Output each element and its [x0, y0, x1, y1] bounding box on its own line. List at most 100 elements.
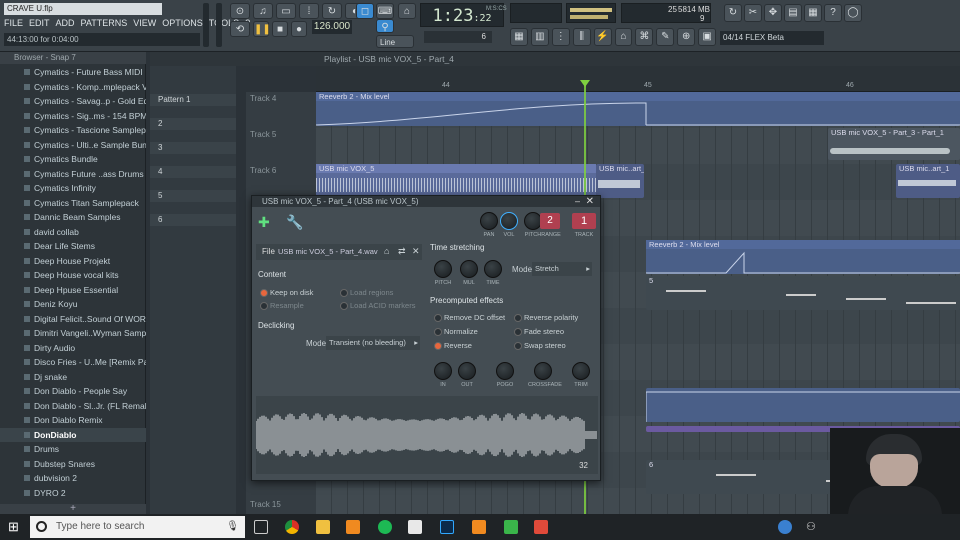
save-icon[interactable]: ▤ [784, 4, 802, 22]
tempo-display[interactable]: 126.000 [312, 20, 352, 34]
browser-folder-item[interactable]: Deniz Koyu [0, 297, 146, 312]
wrench-tab-icon[interactable]: 🔧 [286, 214, 303, 231]
browser-folder-item[interactable]: Disco Fries - U..Me [Remix Parts] [0, 355, 146, 370]
camtasia-icon[interactable] [504, 520, 518, 534]
browser-folder-item[interactable]: Cymatics Titan Samplepack [0, 196, 146, 211]
browser-folder-item[interactable]: dubvision 2 [0, 471, 146, 486]
typing-keyboard-icon[interactable]: ⌨ [376, 3, 394, 19]
audio-clip[interactable]: USB mic..art_1 [896, 164, 960, 198]
tuner-icon[interactable]: ⊕ [677, 28, 696, 46]
pattern-item[interactable]: 4 [150, 166, 236, 178]
menu-patterns[interactable]: PATTERNS [81, 16, 128, 30]
app-red-icon[interactable] [534, 520, 548, 534]
menu-view[interactable]: VIEW [133, 16, 156, 30]
browser-folder-item[interactable]: david collab [0, 225, 146, 240]
automation-clip[interactable] [645, 388, 960, 422]
pattern-item[interactable]: 2 [150, 118, 236, 130]
declicking-mode-select[interactable]: Transient (no bleeding) ▸ [326, 336, 420, 350]
reverse-option[interactable]: Reverse [434, 341, 472, 350]
mail-icon[interactable] [408, 520, 422, 534]
countdown-button[interactable]: ↻ [322, 3, 342, 19]
sample-waveform[interactable]: 32 [255, 396, 598, 474]
browser-folder-item[interactable]: Cymatics - Tascione Samplepack [0, 123, 146, 138]
help-tray-icon[interactable] [778, 520, 792, 534]
browser-folder-item[interactable]: Cymatics - Savag..p - Gold Edition [0, 94, 146, 109]
loop-record-button[interactable]: ⟲ [230, 21, 250, 37]
waveform-tab-icon[interactable]: ✚ [258, 214, 270, 231]
pan-knob[interactable] [480, 212, 498, 230]
trim-knob[interactable] [572, 362, 590, 380]
browser-folder-item[interactable]: Dear Life Stems [0, 239, 146, 254]
automation-clip[interactable]: Reeverb 2 - Mix level [646, 240, 960, 274]
keep-on-disk-option[interactable]: Keep on disk [260, 288, 313, 297]
swap-stereo-option[interactable]: Swap stereo [514, 341, 566, 350]
file-explorer-icon[interactable] [316, 520, 330, 534]
browser-folder-item[interactable]: Dannic Beam Samples [0, 210, 146, 225]
chat-icon[interactable]: ◯ [844, 4, 862, 22]
audio-clip[interactable]: USB mic VOX_5 [316, 164, 596, 198]
snap-select[interactable]: Line [376, 35, 414, 48]
chrome-icon[interactable] [285, 520, 299, 534]
track-label[interactable]: Track 6 [250, 166, 276, 175]
pattern-song-toggle[interactable]: ⊙ [230, 3, 250, 19]
plugin-icon[interactable]: ⌘ [635, 28, 654, 46]
mixer-track-display[interactable]: 1 [572, 213, 596, 229]
browser-folder-item[interactable]: Cymatics Bundle [0, 152, 146, 167]
stretch-time-knob[interactable] [484, 260, 502, 278]
fade-stereo-option[interactable]: Fade stereo [514, 327, 564, 336]
stop-button[interactable]: ■ [272, 21, 288, 37]
fl-studio-icon[interactable] [346, 520, 360, 534]
browser-folder-item[interactable]: Deep House vocal kits [0, 268, 146, 283]
browser-add-button[interactable]: + [0, 504, 146, 514]
master-pitch-slider[interactable] [216, 3, 222, 47]
browser-folder-item[interactable]: Dimitri Vangeli..Wyman Samples [0, 326, 146, 341]
pattern-item[interactable]: Pattern 1 [150, 94, 236, 106]
taskbar-search-input[interactable]: Type here to search 🎙 [30, 516, 245, 538]
in-knob[interactable] [434, 362, 452, 380]
remove-dc-offset-option[interactable]: Remove DC offset [434, 313, 505, 322]
step-edit-button[interactable]: ⁞ [299, 3, 319, 19]
fl-studio-alt-icon[interactable] [472, 520, 486, 534]
people-tray-icon[interactable]: ⚇ [806, 520, 820, 534]
multilink-icon[interactable]: ⚲ [376, 19, 394, 33]
browser-icon[interactable]: ⌂ [614, 28, 633, 46]
browser-folder-item[interactable]: Cymatics - Komp..mplepack Vol 2 [0, 80, 146, 95]
task-view-icon[interactable] [254, 520, 268, 534]
browser-folder-item[interactable]: Cymatics Infinity [0, 181, 146, 196]
pattern-item[interactable]: 3 [150, 142, 236, 154]
track-label[interactable]: Track 5 [250, 130, 276, 139]
track-label[interactable]: Track 15 [250, 500, 281, 509]
spotify-icon[interactable] [378, 520, 392, 534]
browser-folder-item[interactable]: Deep House Projekt [0, 254, 146, 269]
project-info-icon[interactable]: ▣ [698, 28, 717, 46]
resample-option[interactable]: Resample [260, 301, 304, 310]
menu-file[interactable]: FILE [4, 16, 23, 30]
browser-folder-item[interactable]: Cymatics Future ..ass Drums Vol 1 [0, 167, 146, 182]
track-label[interactable]: Track 4 [250, 94, 276, 103]
browser-folder-item[interactable]: Cymatics - Sig..ms - 154 BPM Gm [0, 109, 146, 124]
browser-folder-item[interactable]: DonDiablo [0, 427, 146, 442]
crossfade-knob[interactable] [534, 362, 552, 380]
browser-folder-item[interactable]: Digital Felicit..Sound Of WORLDS [0, 312, 146, 327]
stretch-pitch-knob[interactable] [434, 260, 452, 278]
pattern-item[interactable]: 5 [150, 190, 236, 202]
play-button[interactable]: ❚❚ [253, 21, 271, 37]
reverse-polarity-option[interactable]: Reverse polarity [514, 313, 578, 322]
replace-icon[interactable]: ⇄ [398, 246, 406, 257]
pattern-clip[interactable]: 5 [646, 276, 960, 310]
blend-notes-icon[interactable]: ⌂ [398, 3, 416, 19]
touch-keyboard-icon[interactable]: ✎ [656, 28, 675, 46]
tempo-tapper-icon[interactable]: ↻ [724, 4, 742, 22]
photoshop-icon[interactable] [440, 520, 454, 534]
browser-folder-item[interactable]: Deep Hpuse Essential [0, 283, 146, 298]
range-display[interactable]: 2 [540, 213, 560, 229]
pattern-item[interactable]: 6 [150, 214, 236, 226]
stretch-mul-knob[interactable] [460, 260, 478, 278]
browser-folder-item[interactable]: DYRO 2 [0, 486, 146, 501]
browser-folder-item[interactable]: Don Diablo - Sl..Jr. (FL Remake) [0, 399, 146, 414]
automation-clip[interactable]: Reeverb 2 - Mix level [316, 92, 960, 126]
help-icon[interactable]: ? [824, 4, 842, 22]
channel-rack-icon[interactable]: ⋮ [551, 28, 570, 46]
cut-icon[interactable]: ✂ [744, 4, 762, 22]
metronome-button[interactable]: ♫ [253, 3, 273, 19]
